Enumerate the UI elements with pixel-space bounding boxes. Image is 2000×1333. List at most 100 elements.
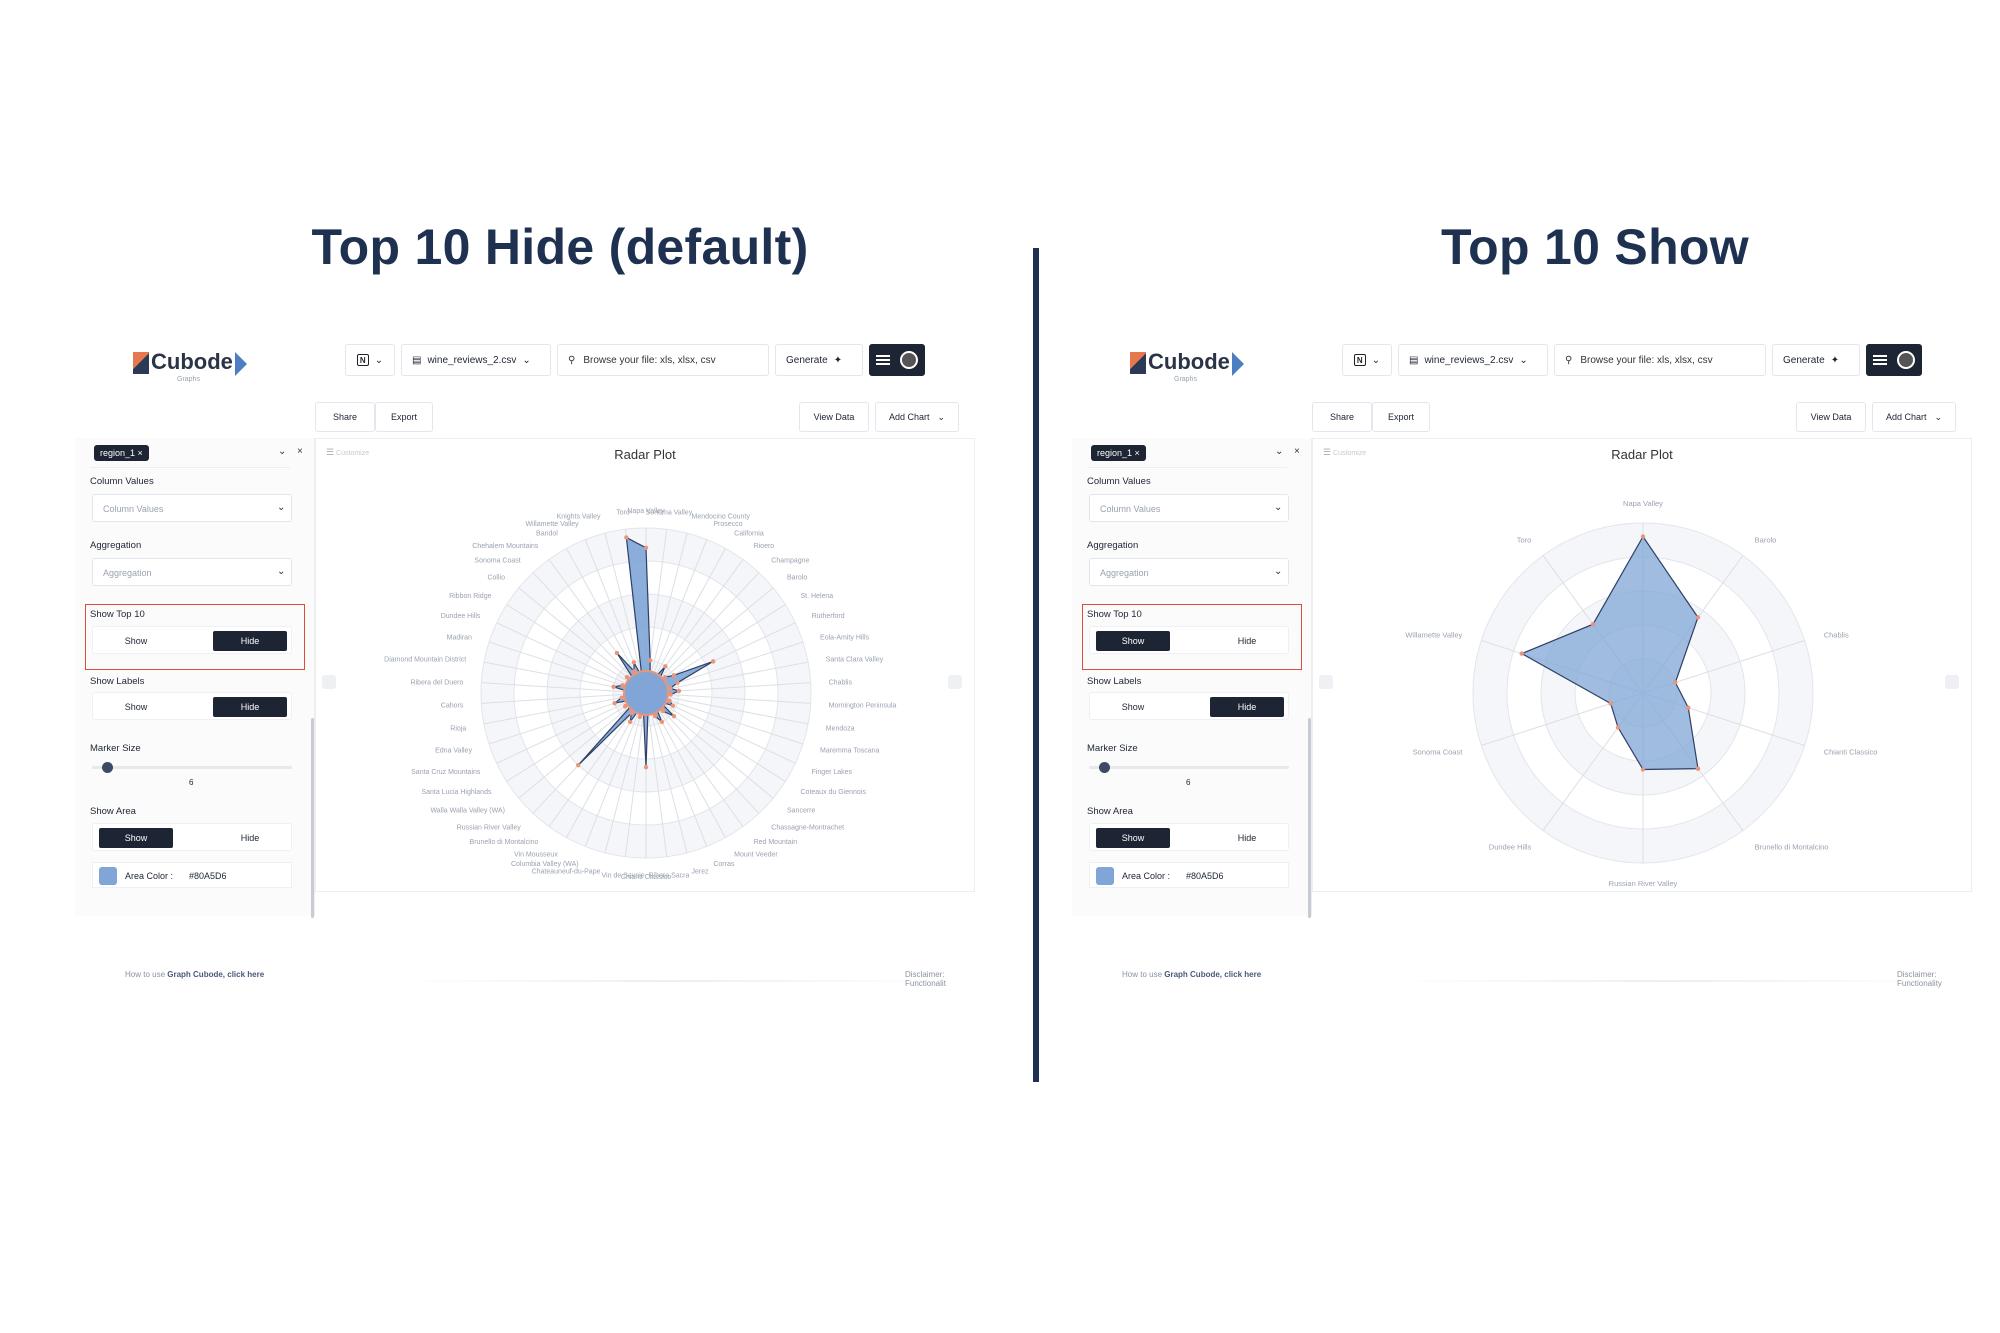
area-show-button[interactable]: Show [1096,828,1170,848]
view-data-button[interactable]: View Data [1796,402,1866,432]
chevron-down-icon: ⌄ [1371,354,1381,366]
show-labels-label: Show Labels [1087,676,1142,687]
column-values-select[interactable]: Column Values ⌄ [1089,494,1289,522]
file-select[interactable]: ▤ wine_reviews_2.csv ⌄ [401,344,551,376]
radar-category-label: Sonoma Coast [474,558,520,565]
file-name: wine_reviews_2.csv [427,354,517,366]
labels-hide-button[interactable]: Hide [1210,697,1284,717]
aggregation-placeholder: Aggregation [103,568,152,578]
region-select[interactable]: region_1 × ⌄ [1087,442,1287,468]
sidebar-scrollbar[interactable] [311,718,314,918]
area-color-picker[interactable]: Area Color : #80A5D6 [92,862,292,888]
marker-size-label: Marker Size [1087,743,1138,754]
cubode-logo[interactable]: Cubode Graphs [1130,344,1250,392]
radar-point [1590,622,1596,627]
footer-link[interactable]: Graph Cubode, click here [1164,970,1261,979]
area-color-value: #80A5D6 [1186,871,1224,881]
sidebar-scrollbar[interactable] [1308,718,1311,918]
notion-icon: N [356,354,369,366]
area-color-swatch[interactable] [1096,867,1114,885]
footer-help[interactable]: How to use Graph Cubode, click here [1122,970,1261,979]
area-hide-button[interactable]: Hide [213,828,287,848]
column-values-select[interactable]: Column Values ⌄ [92,494,292,522]
area-color-swatch[interactable] [99,867,117,885]
radar-point [612,700,617,706]
area-show-button[interactable]: Show [99,828,173,848]
browse-file-input[interactable]: ⚲ Browse your file: xls, xlsx, csv [1554,344,1766,376]
radar-point [1615,725,1621,730]
radar-category-label: Jerez [692,868,710,875]
footer-divider [1392,980,1942,982]
radar-category-label: Corras [713,861,735,868]
footer-prefix: How to use [1122,970,1165,979]
marker-size-slider[interactable] [1089,762,1289,773]
radar-category-label: Sonoma Valley [646,509,693,516]
radar-category-label: Rioero [754,543,775,550]
chart-card: ☰ Customize Radar Plot Napa Valley Sonoma… [315,438,975,892]
area-color-picker[interactable]: Area Color : #80A5D6 [1089,862,1289,888]
radar-point [668,692,673,697]
generate-button[interactable]: Generate ✦ [1772,344,1860,376]
chevron-down-icon: ⌄ [374,354,384,366]
menu-profile-button[interactable] [1866,344,1922,376]
chevron-down-icon: ⌄ [1934,411,1943,422]
radar-category-label: Collio [487,574,505,581]
cubode-logo-arrow [1232,352,1244,376]
labels-hide-button[interactable]: Hide [213,697,287,717]
radar-category-label: Chablis [1824,630,1849,639]
top10-show-button[interactable]: Show [1096,631,1170,651]
radar-point [1695,615,1701,620]
radar-point [1640,767,1646,772]
export-button[interactable]: Export [375,402,433,432]
top10-hide-button[interactable]: Hide [213,631,287,651]
footer-link[interactable]: Graph Cubode, click here [167,970,264,979]
close-icon[interactable]: × [297,446,303,457]
radar-category-label: Brunello di Montalcino [470,839,539,846]
top10-hide-button[interactable]: Hide [1210,631,1284,651]
file-select[interactable]: ▤ wine_reviews_2.csv ⌄ [1398,344,1548,376]
notion-button[interactable]: N ⌄ [345,344,395,376]
browse-file-input[interactable]: ⚲ Browse your file: xls, xlsx, csv [557,344,769,376]
show-labels-label: Show Labels [90,676,145,687]
marker-size-label: Marker Size [90,743,141,754]
area-color-value: #80A5D6 [189,871,227,881]
share-button[interactable]: Share [1312,402,1372,432]
radar-point [663,664,668,669]
region-tag[interactable]: region_1 × [94,445,149,461]
area-hide-button[interactable]: Hide [1210,828,1284,848]
radar-point [710,659,716,664]
chevron-down-icon: ⌄ [1275,446,1284,457]
radar-category-label: Rutherford [812,613,845,620]
cubode-logo-text: Cubode [151,349,233,374]
radar-category-label: Vin Mousseux [514,851,558,858]
footer-help[interactable]: How to use Graph Cubode, click here [125,970,264,979]
notion-button[interactable]: N ⌄ [1342,344,1392,376]
add-chart-button[interactable]: Add Chart ⌄ [875,402,959,432]
generate-button[interactable]: Generate ✦ [775,344,863,376]
marker-size-handle[interactable] [1099,762,1110,773]
aggregation-select[interactable]: Aggregation ⌄ [1089,558,1289,586]
marker-size-handle[interactable] [102,762,113,773]
radar-category-label: Willamette Valley [1405,630,1462,639]
cubode-logo-subtitle: Graphs [1174,376,1197,383]
top10-show-button[interactable]: Show [99,631,173,651]
radar-category-label: Eola-Amity Hills [820,634,870,641]
close-icon[interactable]: × [1294,446,1300,457]
radar-category-label: Barolo [1755,535,1777,544]
region-select[interactable]: region_1 × ⌄ [90,442,290,468]
labels-show-button[interactable]: Show [1096,697,1170,717]
export-button[interactable]: Export [1372,402,1430,432]
radar-point [611,684,616,690]
marker-size-slider[interactable] [92,762,292,773]
cubode-logo[interactable]: Cubode Graphs [133,344,253,392]
hamburger-icon [876,355,890,365]
menu-profile-button[interactable] [869,344,925,376]
view-data-button[interactable]: View Data [799,402,869,432]
region-tag[interactable]: region_1 × [1091,445,1146,461]
share-button[interactable]: Share [315,402,375,432]
aggregation-select[interactable]: Aggregation ⌄ [92,558,292,586]
labels-show-button[interactable]: Show [99,697,173,717]
add-chart-button[interactable]: Add Chart ⌄ [1872,402,1956,432]
radar-category-label: Barolo [787,574,807,581]
generate-label: Generate [786,354,828,366]
